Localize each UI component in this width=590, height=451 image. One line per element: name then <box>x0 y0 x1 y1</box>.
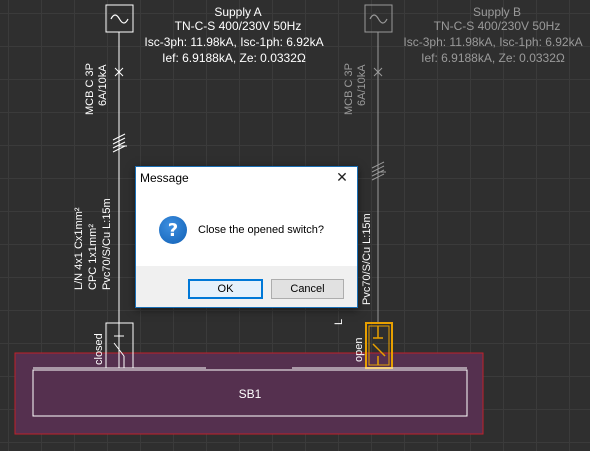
dialog-message: Close the opened switch? <box>198 224 324 236</box>
supply-b-cable-fragment: L <box>333 319 345 325</box>
supply-a-source[interactable] <box>105 4 134 33</box>
dialog-content: ? Close the opened switch? <box>136 189 357 266</box>
supply-a-title: Supply A <box>214 5 261 19</box>
supply-a-ief: Ief: 6.9188kA, Ze: 0.0332Ω <box>162 51 306 65</box>
dialog-title: Message <box>140 171 189 185</box>
supply-b-ief: Ief: 6.9188kA, Ze: 0.0332Ω <box>421 51 565 65</box>
supply-b-isc: Isc-3ph: 11.98kA, Isc-1ph: 6.92kA <box>403 35 582 49</box>
supply-b-source[interactable] <box>364 4 393 33</box>
busbar-label: SB1 <box>239 387 262 401</box>
supply-b-cable-3: Pvc70/S/Cu L:15m <box>361 213 373 305</box>
supply-a-cable-marks <box>112 133 127 153</box>
supply-b-cable-marks <box>371 161 386 181</box>
ok-button[interactable]: OK <box>188 279 263 299</box>
supply-a-switch-state: closed <box>93 333 105 365</box>
supply-a-cable-1: L/N 4x1 Cx1mm² <box>73 207 85 290</box>
dialog-footer: OK Cancel <box>136 266 357 307</box>
supply-a-breaker-rating: 6A/10kA <box>97 64 109 106</box>
supply-a-cable-3: Pvc70/S/Cu L:15m <box>101 198 113 290</box>
supply-b-network: TN-C-S 400/230V 50Hz <box>434 19 561 33</box>
supply-b-switch-state: open <box>353 338 365 362</box>
question-icon: ? <box>159 216 187 244</box>
message-dialog: Message ✕ ? Close the opened switch? OK … <box>135 166 358 308</box>
supply-a-isc: Isc-3ph: 11.98kA, Isc-1ph: 6.92kA <box>144 35 323 49</box>
supply-b-breaker-type: MCB C 3P <box>343 63 355 115</box>
close-icon[interactable]: ✕ <box>327 167 357 189</box>
dialog-titlebar[interactable]: Message ✕ <box>136 167 357 189</box>
supply-b-breaker-rating: 6A/10kA <box>356 64 368 106</box>
supply-b-title: Supply B <box>473 5 521 19</box>
supply-a-network: TN-C-S 400/230V 50Hz <box>175 19 302 33</box>
supply-a-breaker-type: MCB C 3P <box>84 63 96 115</box>
cancel-button[interactable]: Cancel <box>271 279 344 299</box>
supply-a-cable-2: CPC 1x1mm² <box>87 224 99 290</box>
